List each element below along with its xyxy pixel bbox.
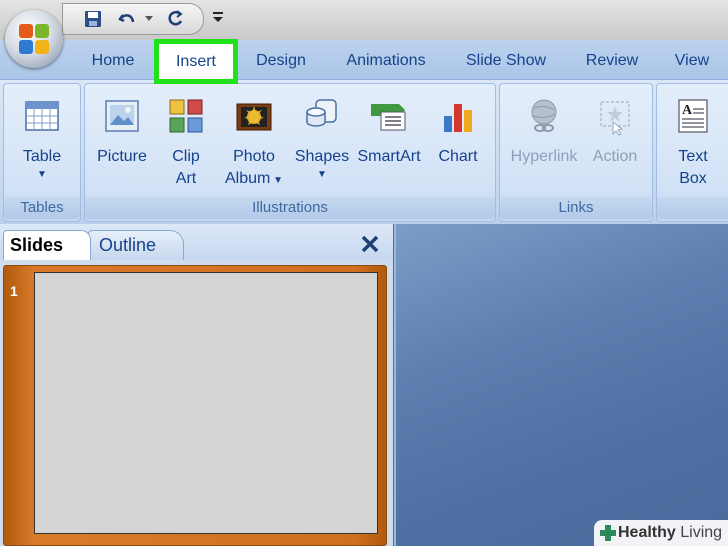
quick-access-toolbar — [62, 3, 204, 35]
chevron-down-icon: ▼ — [270, 175, 284, 186]
table-label: Table — [22, 148, 62, 165]
shapes-icon — [306, 99, 337, 127]
slide-editing-area[interactable] — [394, 224, 728, 546]
office-button[interactable] — [5, 10, 63, 68]
shapes-button[interactable]: Shapes ▼ — [291, 92, 353, 180]
redo-icon[interactable] — [163, 8, 187, 30]
chevron-down-icon: ▼ — [37, 169, 47, 180]
photo-album-icon — [236, 103, 272, 131]
hyperlink-icon — [531, 99, 557, 132]
hyperlink-button[interactable]: Hyperlink — [504, 92, 584, 168]
group-tables: Table ▼ Tables — [3, 83, 81, 222]
tab-view[interactable]: View — [664, 48, 720, 74]
chart-button[interactable]: Chart — [427, 92, 489, 168]
picture-button[interactable]: Picture — [89, 92, 155, 168]
table-icon — [25, 101, 59, 131]
text-box-label-2: Box — [679, 170, 707, 187]
watermark-bold: Healthy — [618, 524, 676, 541]
group-links: Hyperlink Action Links — [499, 83, 653, 222]
group-label-illustrations: Illustrations — [85, 197, 495, 219]
tab-slides[interactable]: Slides — [3, 230, 91, 260]
text-box-button[interactable]: A Text Box — [661, 92, 725, 190]
ribbon-tabs: Home Design Animations Slide Show Review… — [0, 40, 728, 80]
group-label-tables: Tables — [4, 197, 80, 219]
undo-dropdown-icon[interactable] — [143, 8, 155, 30]
tab-animations[interactable]: Animations — [336, 48, 436, 74]
tab-outline[interactable]: Outline — [88, 230, 184, 260]
svg-text:A: A — [682, 103, 693, 118]
text-box-icon: A — [678, 99, 708, 133]
pane-tabs: Outline Slides — [0, 224, 393, 260]
hyperlink-label: Hyperlink — [510, 148, 578, 165]
group-illustrations: Picture Clip Art Photo Album ▼ Shapes ▼ … — [84, 83, 496, 222]
smartart-icon — [371, 104, 406, 131]
smartart-label: SmartArt — [357, 148, 421, 165]
chevron-down-icon: ▼ — [317, 169, 327, 180]
slide-thumbnail[interactable] — [34, 272, 378, 534]
close-icon[interactable] — [360, 234, 380, 254]
table-button[interactable]: Table ▼ — [4, 92, 80, 180]
group-label-text — [657, 197, 728, 219]
clip-art-button[interactable]: Clip Art — [157, 92, 215, 190]
slide-number: 1 — [10, 283, 18, 299]
tab-review[interactable]: Review — [578, 48, 646, 74]
shapes-label: Shapes — [294, 148, 350, 165]
tab-design[interactable]: Design — [246, 48, 316, 74]
chart-label: Chart — [438, 148, 478, 165]
photo-album-button[interactable]: Photo Album ▼ — [219, 92, 289, 192]
title-bar — [0, 0, 728, 40]
picture-label: Picture — [97, 148, 147, 165]
undo-icon[interactable] — [115, 8, 139, 30]
smartart-button[interactable]: SmartArt — [353, 92, 425, 168]
tab-home[interactable]: Home — [78, 48, 148, 74]
action-label: Action — [592, 148, 638, 165]
chart-icon — [444, 104, 472, 132]
clip-art-label-2: Art — [175, 170, 197, 187]
action-icon — [600, 101, 630, 136]
group-label-links: Links — [500, 197, 652, 219]
text-box-label-1: Text — [678, 148, 708, 165]
customize-icon[interactable] — [212, 10, 224, 26]
save-icon[interactable] — [81, 8, 105, 30]
clip-art-icon — [169, 99, 203, 133]
photo-album-label-2: Album — [224, 170, 271, 187]
plus-icon — [600, 525, 616, 541]
group-text: A Text Box — [656, 83, 728, 222]
tab-slide-show[interactable]: Slide Show — [456, 48, 556, 74]
clip-art-label-1: Clip — [172, 148, 200, 165]
office-logo-icon — [19, 24, 49, 54]
watermark-text: Living — [680, 524, 723, 541]
tab-insert[interactable]: Insert — [154, 39, 238, 84]
picture-icon — [105, 100, 139, 132]
watermark: Healthy Living — [594, 520, 728, 546]
ribbon: Table ▼ Tables Picture Clip Art Photo Al… — [0, 79, 728, 224]
photo-album-label-1: Photo — [233, 148, 275, 165]
action-button[interactable]: Action — [584, 92, 646, 168]
